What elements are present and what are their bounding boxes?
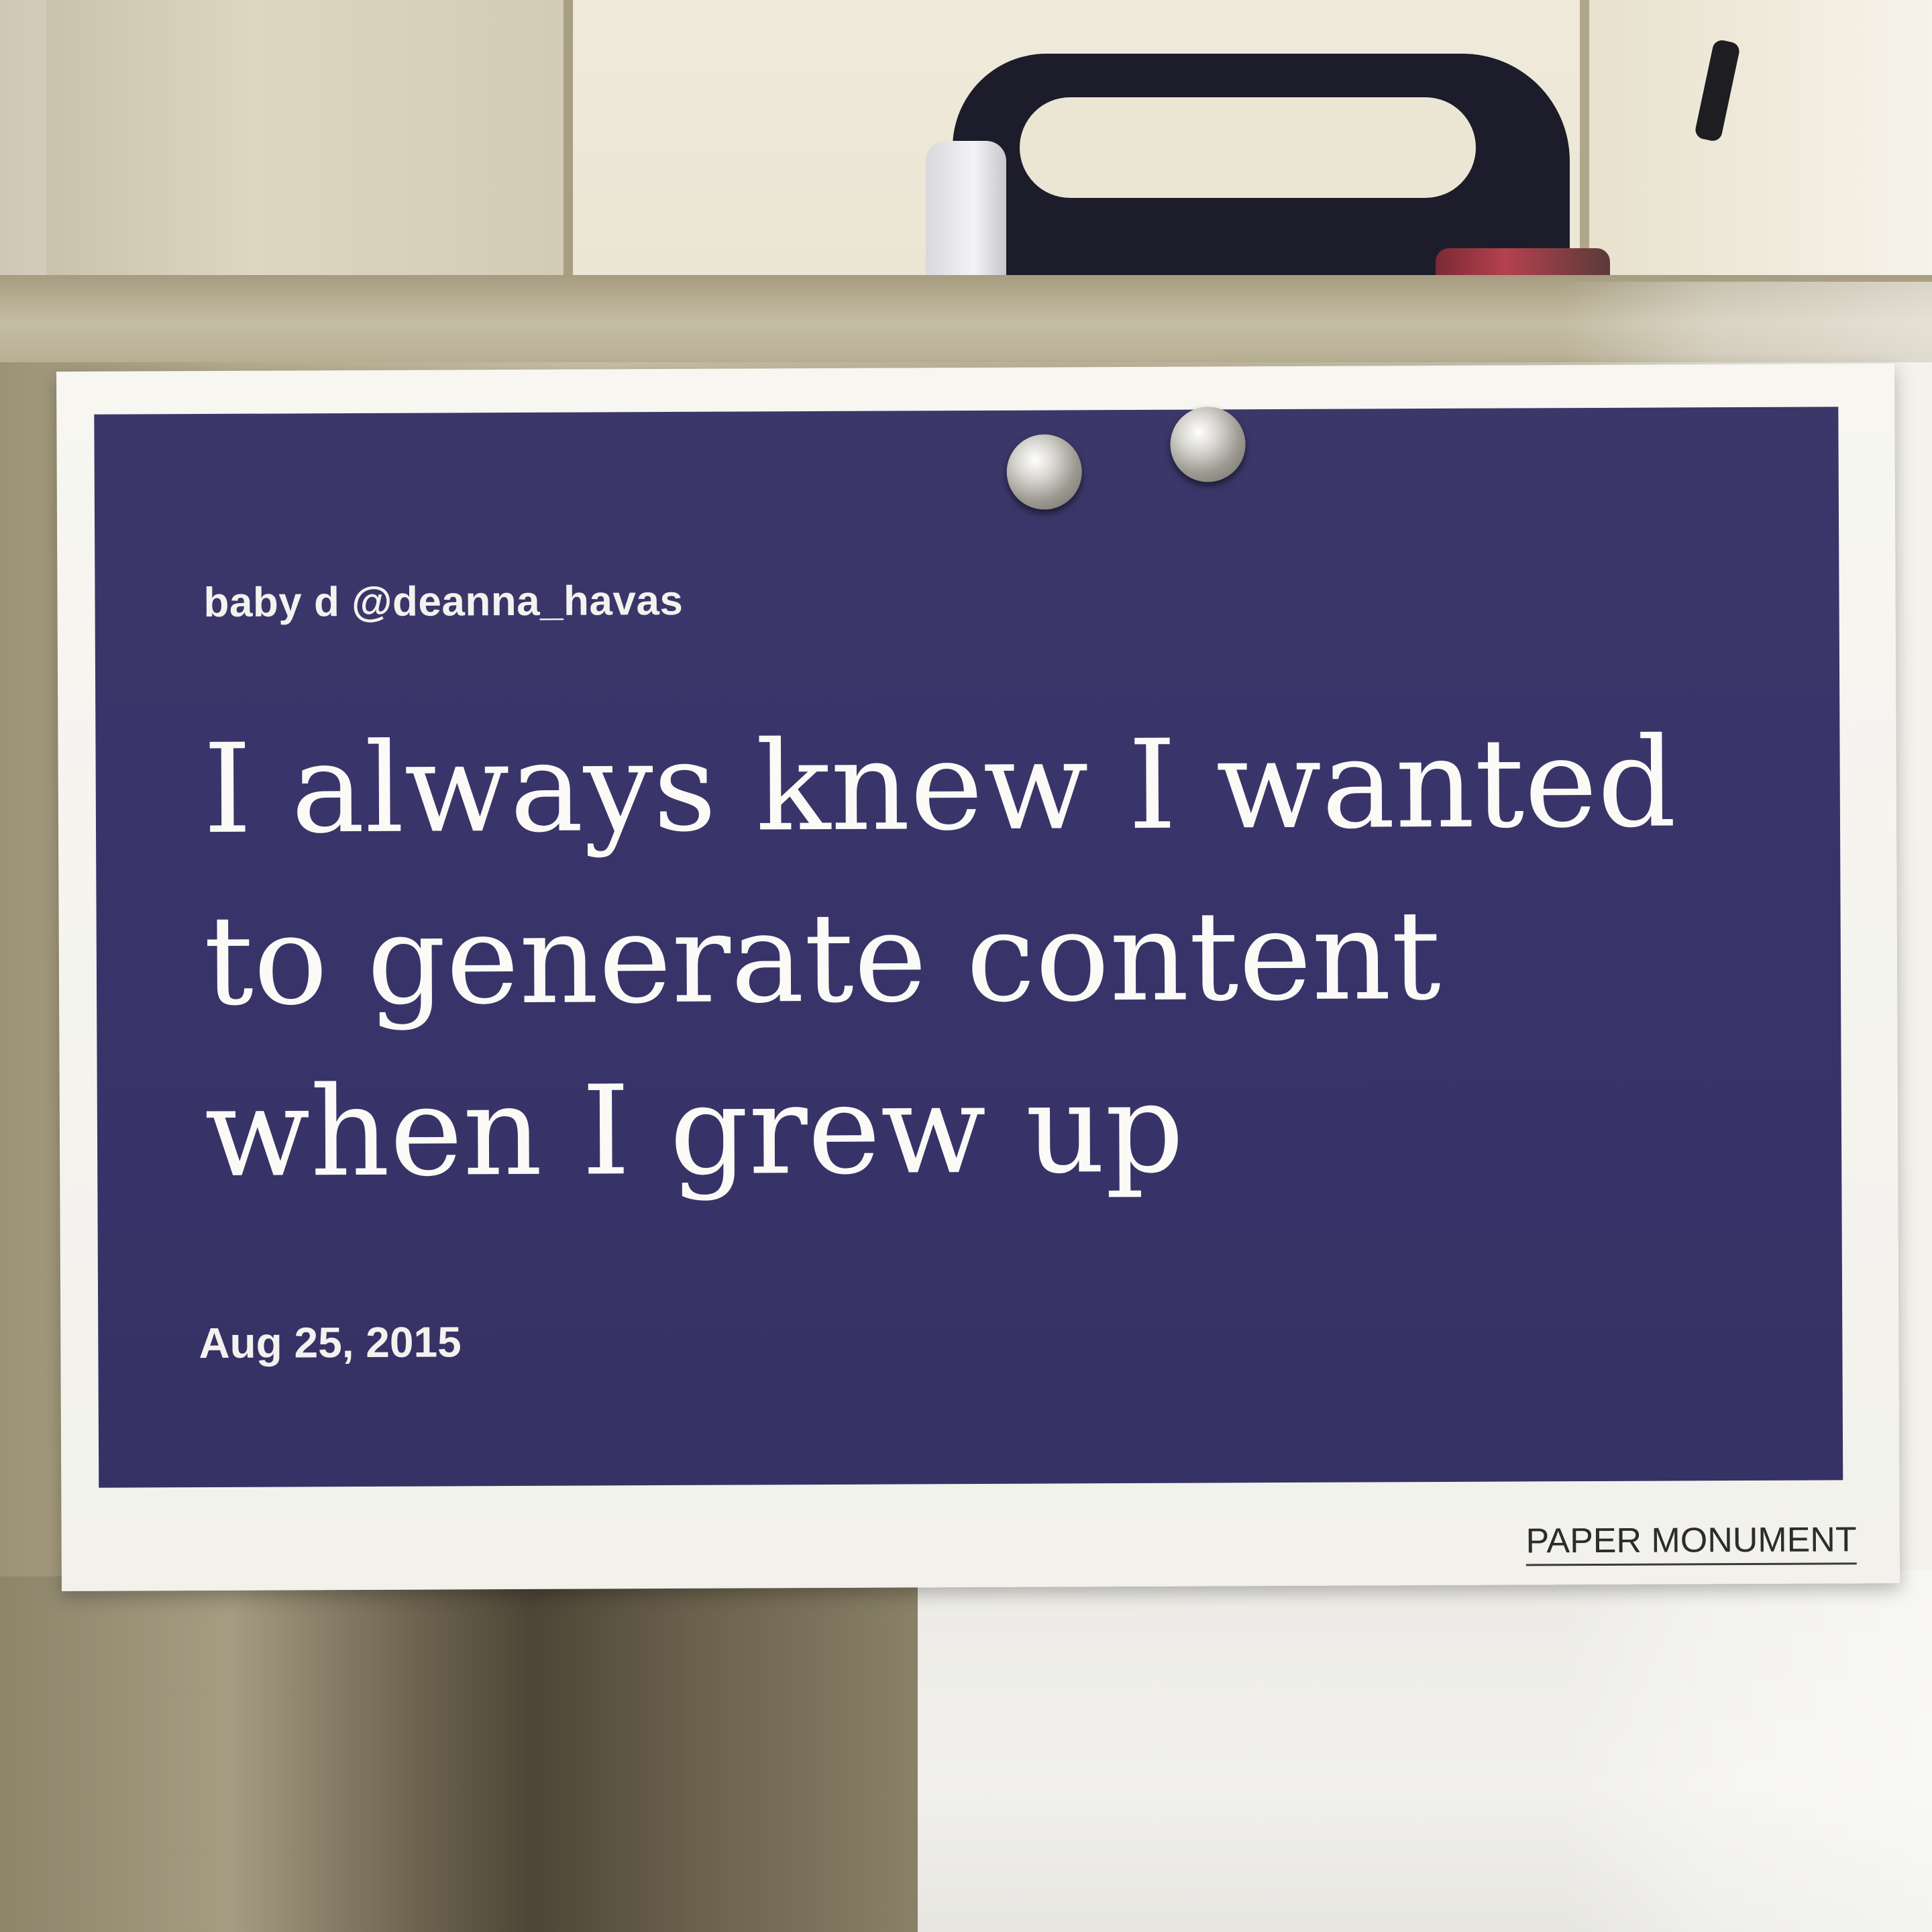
- brand-label: PAPER MONUMENT: [1525, 1519, 1857, 1566]
- appliance-handle-opening: [1020, 97, 1476, 198]
- printed-tweet-card: baby d @deanna_havas I always knew I wan…: [56, 364, 1900, 1591]
- quote-line-2: to generate content: [203, 883, 1442, 1034]
- tweet-handle: baby d @deanna_havas: [203, 577, 684, 627]
- magnet-right: [1170, 407, 1246, 482]
- tweet-panel: baby d @deanna_havas I always knew I wan…: [94, 407, 1843, 1488]
- cabinet-left: [47, 0, 573, 278]
- cabinet-right: [1590, 0, 1932, 278]
- white-bottle: [926, 141, 1006, 282]
- tweet-date: Aug 25, 2015: [199, 1318, 462, 1368]
- quote-line-1: I always knew I wanted: [203, 711, 1677, 862]
- photo-scene: baby d @deanna_havas I always knew I wan…: [0, 0, 1932, 1932]
- tweet-quote: I always knew I wanted to generate conte…: [203, 697, 1748, 1219]
- magnet-left: [1006, 434, 1082, 510]
- fridge-reflection: [0, 1576, 919, 1932]
- quote-line-3: when I grew up: [204, 1057, 1185, 1205]
